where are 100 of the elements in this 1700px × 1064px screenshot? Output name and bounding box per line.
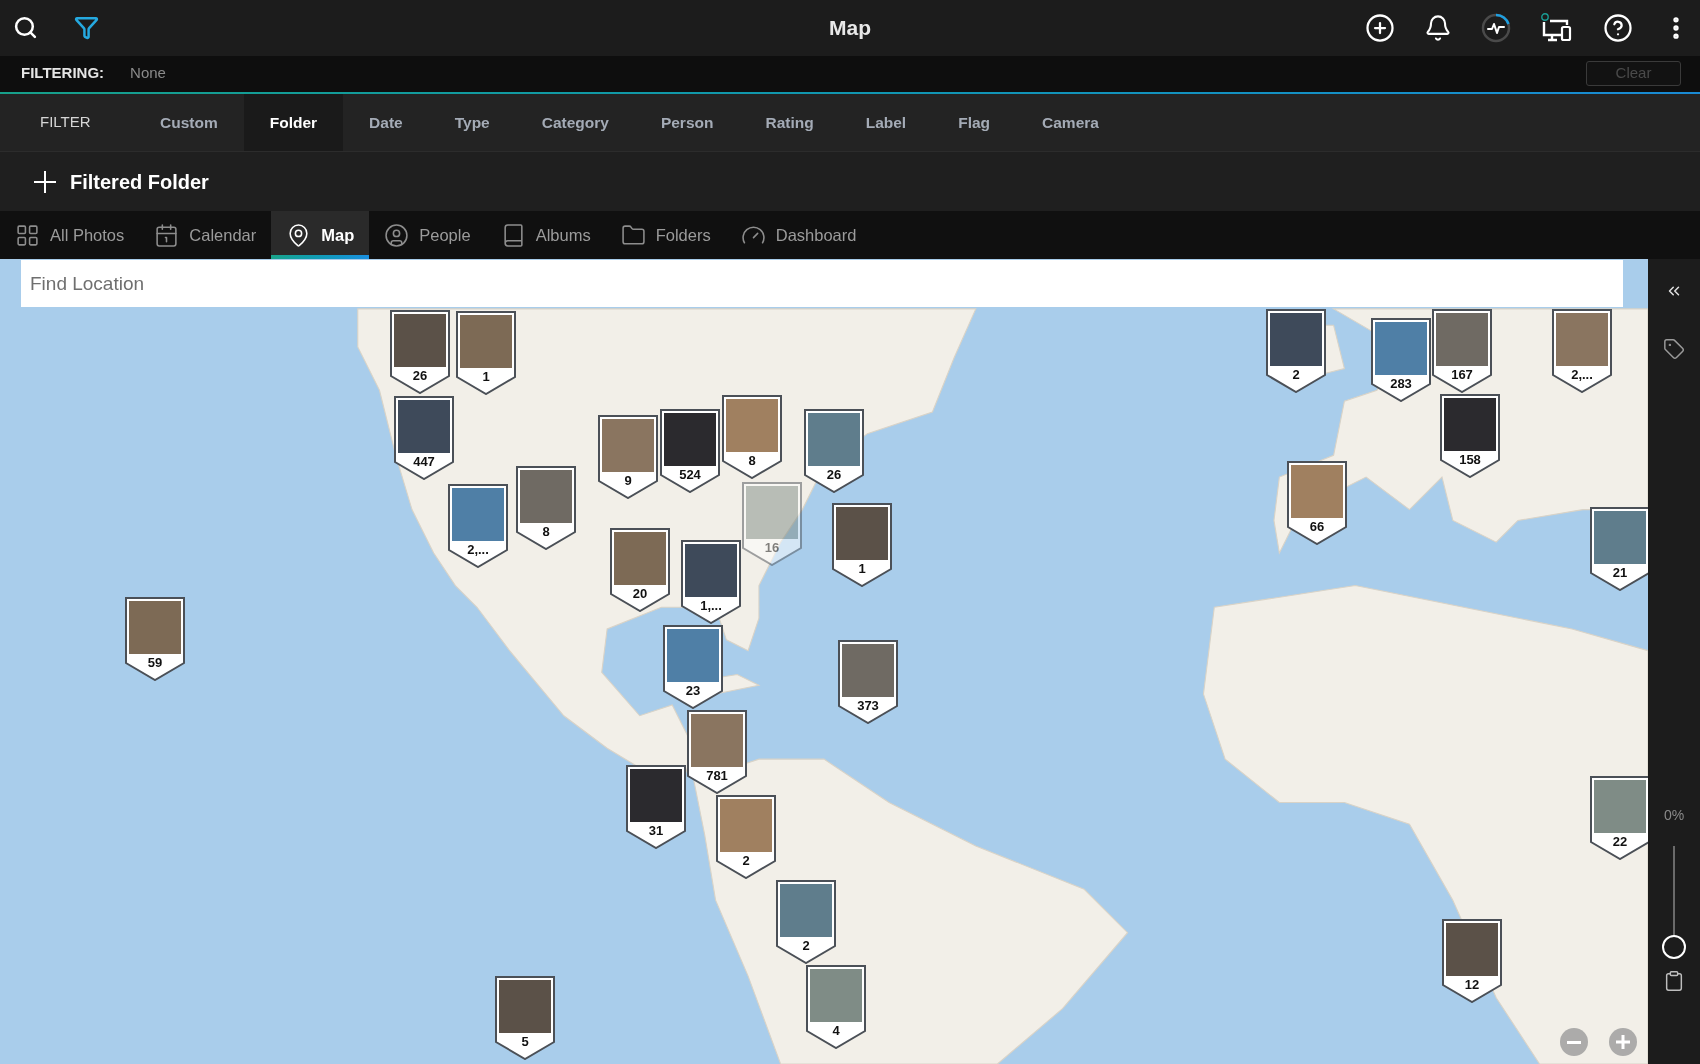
- photo-count: 2,...: [1571, 367, 1593, 382]
- photo-cluster-pin[interactable]: 4: [806, 965, 866, 1049]
- photo-cluster-pin[interactable]: 5: [495, 976, 555, 1060]
- add-icon[interactable]: [1365, 12, 1395, 43]
- photo-cluster-pin[interactable]: 781: [687, 710, 747, 794]
- photo-cluster-pin[interactable]: 22: [1590, 776, 1648, 860]
- photo-cluster-pin[interactable]: 1: [832, 503, 892, 587]
- photo-count: 373: [857, 698, 879, 713]
- photo-count: 1: [858, 561, 866, 576]
- photo-cluster-pin[interactable]: 8: [722, 395, 782, 479]
- photo-count: 167: [1451, 367, 1473, 382]
- photo-placeholder: [1594, 780, 1646, 833]
- photo-count: 8: [748, 453, 756, 468]
- photo-count: 524: [679, 467, 701, 482]
- photo-placeholder: [746, 486, 798, 539]
- photo-count: 1,...: [700, 598, 722, 613]
- filter-tab[interactable]: Camera: [1016, 93, 1125, 152]
- photo-cluster-pin[interactable]: 23: [663, 625, 723, 709]
- filter-tab[interactable]: Folder: [243, 93, 344, 152]
- photo-cluster-pin[interactable]: 9: [598, 415, 658, 499]
- grid-icon: [15, 222, 40, 248]
- photo-cluster-pin[interactable]: 59: [125, 597, 185, 681]
- slider-thumb[interactable]: [1662, 935, 1686, 959]
- zoom-slider[interactable]: [1662, 846, 1686, 959]
- photo-placeholder: [667, 629, 719, 682]
- filter-tab[interactable]: Type: [428, 93, 516, 152]
- photo-cluster-pin[interactable]: 1,...: [681, 540, 741, 624]
- photo-cluster-pin[interactable]: 2: [776, 880, 836, 964]
- photo-placeholder: [780, 884, 832, 937]
- photo-placeholder: [1291, 465, 1343, 518]
- filter-tab[interactable]: Date: [343, 93, 429, 152]
- photo-placeholder: [1444, 398, 1496, 451]
- photo-count: 5: [521, 1034, 529, 1049]
- photo-count: 26: [412, 368, 428, 383]
- user-circle-icon: [384, 222, 410, 248]
- photo-cluster-pin[interactable]: 447: [394, 396, 454, 480]
- photo-cluster-pin[interactable]: 524: [660, 409, 720, 493]
- photo-count: 2: [742, 853, 750, 868]
- photo-cluster-pin[interactable]: 12: [1442, 919, 1502, 1003]
- devices-icon[interactable]: [1540, 12, 1574, 43]
- photo-cluster-pin[interactable]: 167: [1432, 309, 1492, 393]
- filter-tab[interactable]: Flag: [932, 93, 1017, 152]
- photo-count: 23: [685, 683, 701, 698]
- help-icon[interactable]: [1603, 12, 1633, 43]
- filter-tab[interactable]: Custom: [134, 93, 244, 152]
- photo-cluster-pin[interactable]: 1: [456, 311, 516, 395]
- filter-tab[interactable]: Label: [839, 93, 933, 152]
- view-tab[interactable]: Calendar: [139, 211, 272, 259]
- photo-cluster-pin[interactable]: 31: [626, 765, 686, 849]
- photo-cluster-pin[interactable]: 21: [1590, 507, 1648, 591]
- find-location-field[interactable]: Find Location: [21, 260, 1623, 307]
- photo-cluster-pin[interactable]: 2: [716, 795, 776, 879]
- photo-cluster-pin[interactable]: 26: [804, 409, 864, 493]
- photo-cluster-pin[interactable]: 20: [610, 528, 670, 612]
- photo-count: 9: [624, 473, 632, 488]
- view-tab[interactable]: Dashboard: [725, 211, 872, 259]
- photo-placeholder: [720, 799, 772, 852]
- photo-cluster-pin[interactable]: 26: [390, 310, 450, 394]
- photo-placeholder: [726, 399, 778, 452]
- filter-tab[interactable]: Category: [515, 93, 635, 152]
- folder-icon: [620, 222, 646, 248]
- photo-placeholder: [520, 470, 572, 523]
- photo-count: 4: [832, 1023, 840, 1038]
- view-tab[interactable]: Folders: [605, 211, 726, 259]
- plus-icon: [1616, 1035, 1630, 1049]
- photo-cluster-pin[interactable]: 158: [1440, 394, 1500, 478]
- photo-cluster-pin[interactable]: 2,...: [448, 484, 508, 568]
- photo-cluster-pin[interactable]: 2,...: [1552, 309, 1612, 393]
- photo-cluster-pin[interactable]: 2: [1266, 309, 1326, 393]
- photo-cluster-pin[interactable]: 8: [516, 466, 576, 550]
- view-tab[interactable]: People: [369, 211, 486, 259]
- photo-placeholder: [452, 488, 504, 541]
- photo-count: 781: [706, 768, 728, 783]
- photo-cluster-pin[interactable]: 66: [1287, 461, 1347, 545]
- photo-placeholder: [1436, 313, 1488, 366]
- photo-cluster-pin[interactable]: 283: [1371, 318, 1431, 402]
- filter-tab[interactable]: Rating: [739, 93, 840, 152]
- notification-bell-icon[interactable]: [1424, 13, 1452, 42]
- view-tab[interactable]: All Photos: [0, 211, 140, 259]
- filter-icon[interactable]: [74, 15, 99, 41]
- search-icon[interactable]: [13, 15, 38, 41]
- clipboard-icon[interactable]: [1663, 970, 1685, 992]
- tag-icon[interactable]: [1663, 338, 1685, 360]
- minus-icon: [1567, 1040, 1581, 1044]
- photo-placeholder: [394, 314, 446, 367]
- photo-count: 21: [1612, 565, 1628, 580]
- plus-icon[interactable]: [34, 170, 56, 193]
- filtered-folder-label[interactable]: Filtered Folder: [70, 166, 209, 197]
- photo-cluster-pin[interactable]: 373: [838, 640, 898, 724]
- photo-placeholder: [602, 419, 654, 472]
- photo-placeholder: [691, 714, 743, 767]
- pulse-ring-icon[interactable]: [1481, 12, 1511, 43]
- photo-count: 66: [1309, 519, 1325, 534]
- photo-placeholder: [1446, 923, 1498, 976]
- photo-count: 31: [648, 823, 664, 838]
- view-tab[interactable]: Albums: [485, 211, 606, 259]
- filter-tab[interactable]: Person: [634, 93, 740, 152]
- view-tab[interactable]: Map: [271, 211, 370, 259]
- photo-placeholder: [1270, 313, 1322, 366]
- photo-count: 2,...: [467, 542, 489, 557]
